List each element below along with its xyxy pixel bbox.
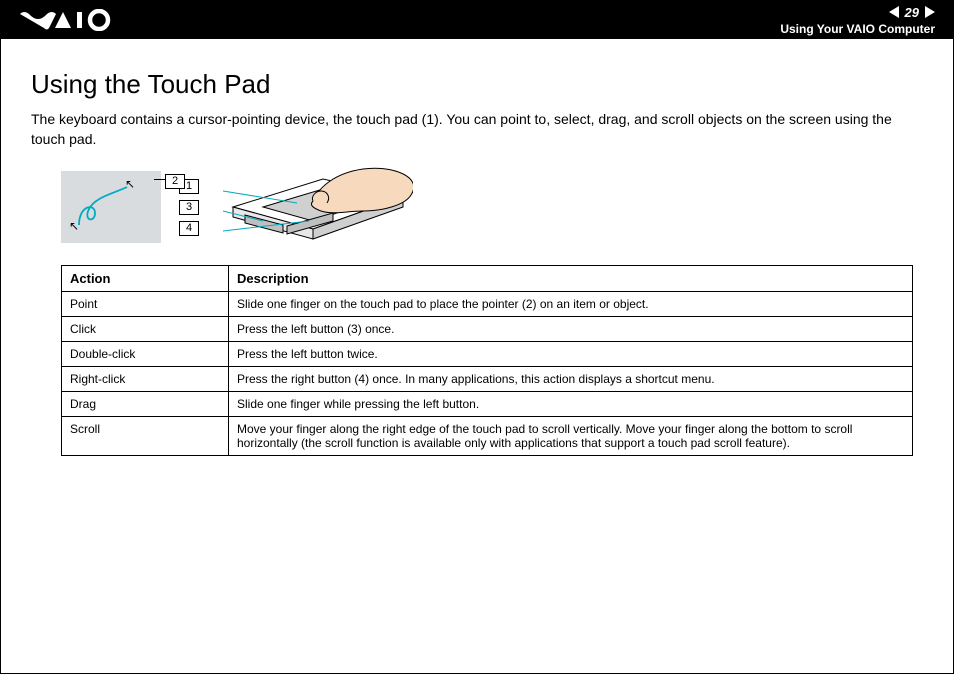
figure-screen: ↖ ↖ 2 [61, 171, 161, 243]
description-cell: Press the right button (4) once. In many… [229, 367, 913, 392]
content: Using the Touch Pad The keyboard contain… [1, 39, 953, 456]
header-description: Description [229, 266, 913, 292]
action-cell: Point [62, 292, 229, 317]
touchpad-illustration-icon [223, 167, 413, 247]
callout-4-label: 4 [179, 221, 199, 236]
callout-2-label: 2 [165, 174, 185, 189]
table-row: Drag Slide one finger while pressing the… [62, 392, 913, 417]
description-cell: Press the left button (3) once. [229, 317, 913, 342]
description-cell: Slide one finger on the touch pad to pla… [229, 292, 913, 317]
actions-table: Action Description Point Slide one finge… [61, 265, 913, 456]
vaio-logo [19, 9, 119, 31]
table-row: Double-click Press the left button twice… [62, 342, 913, 367]
action-cell: Drag [62, 392, 229, 417]
cursor-icon: ↖ [69, 219, 79, 233]
header-bar: 29 Using Your VAIO Computer [1, 1, 953, 39]
action-cell: Right-click [62, 367, 229, 392]
page-title: Using the Touch Pad [31, 69, 923, 100]
description-cell: Move your finger along the right edge of… [229, 417, 913, 456]
pointer-path-icon [75, 185, 135, 229]
next-page-arrow-icon[interactable] [925, 6, 935, 18]
table-row: Right-click Press the right button (4) o… [62, 367, 913, 392]
figure-touchpad [223, 167, 413, 247]
prev-page-arrow-icon[interactable] [889, 6, 899, 18]
description-cell: Slide one finger while pressing the left… [229, 392, 913, 417]
table-row: Scroll Move your finger along the right … [62, 417, 913, 456]
action-cell: Double-click [62, 342, 229, 367]
action-cell: Click [62, 317, 229, 342]
section-title: Using Your VAIO Computer [780, 22, 935, 36]
table-row: Point Slide one finger on the touch pad … [62, 292, 913, 317]
action-cell: Scroll [62, 417, 229, 456]
figures: ↖ ↖ 2 1 3 4 [61, 167, 923, 247]
header-right: 29 Using Your VAIO Computer [780, 5, 935, 36]
page-nav: 29 [889, 5, 935, 20]
page-number: 29 [905, 5, 919, 20]
header-action: Action [62, 266, 229, 292]
cursor-icon: ↖ [125, 177, 135, 191]
table-header-row: Action Description [62, 266, 913, 292]
vaio-logo-icon [19, 9, 119, 31]
table-row: Click Press the left button (3) once. [62, 317, 913, 342]
callout-2: 2 [165, 171, 185, 189]
description-cell: Press the left button twice. [229, 342, 913, 367]
intro-text: The keyboard contains a cursor-pointing … [31, 110, 923, 149]
page: 29 Using Your VAIO Computer Using the To… [0, 0, 954, 674]
callout-3-label: 3 [179, 200, 199, 215]
